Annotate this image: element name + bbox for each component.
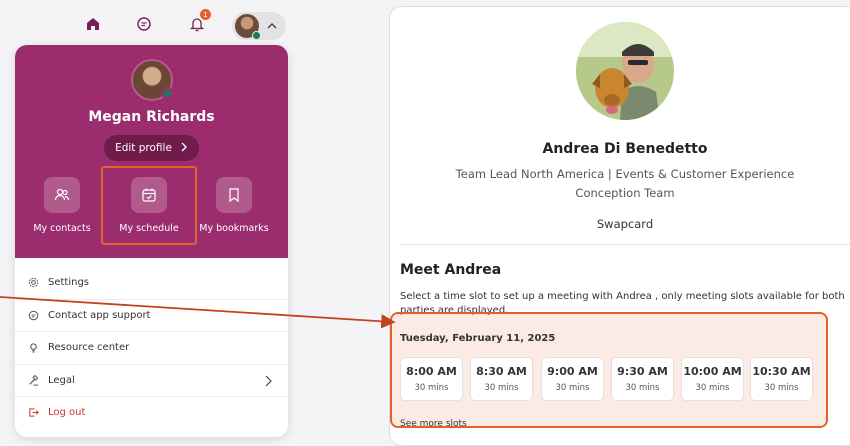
notification-badge: 1 [200, 9, 211, 20]
my-contacts-button[interactable]: My contacts [15, 177, 109, 234]
legal-icon [28, 374, 42, 386]
profile-job-title-line2: Conception Team [575, 186, 675, 200]
account-dropdown: Megan Richards Edit profile My contacts … [15, 45, 288, 437]
slot-duration: 30 mins [625, 383, 660, 393]
menu-item-label: Log out [48, 407, 86, 419]
slot-time: 8:30 AM [476, 365, 527, 378]
slot-time: 8:00 AM [406, 365, 457, 378]
profile-company: Swapcard [596, 217, 654, 231]
menu-item-label: Settings [48, 276, 90, 288]
slot-time: 10:00 AM [683, 365, 742, 378]
edit-profile-button[interactable]: Edit profile [104, 135, 199, 161]
profile-job-title-line1: Team Lead North America | Events & Custo… [455, 167, 795, 181]
account-menu-toggle[interactable] [232, 12, 286, 40]
time-slot-button[interactable]: 8:00 AM 30 mins [400, 357, 463, 401]
home-icon[interactable] [83, 14, 103, 34]
slot-duration: 30 mins [764, 383, 799, 393]
profile-photo [576, 22, 674, 120]
profile-name: Andrea Di Benedetto [542, 141, 708, 157]
chevron-right-icon [180, 142, 188, 155]
menu-item-resource-center[interactable]: Resource center [15, 331, 288, 364]
lightbulb-icon [28, 342, 42, 353]
time-slot-button[interactable]: 10:30 AM 30 mins [750, 357, 813, 401]
support-chat-icon [28, 310, 42, 321]
slot-duration: 30 mins [414, 383, 449, 393]
menu-item-label: Legal [48, 374, 75, 386]
menu-item-label: Contact app support [48, 309, 151, 321]
my-contacts-label: My contacts [33, 223, 91, 234]
time-slot-button[interactable]: 9:00 AM 30 mins [541, 357, 604, 401]
logout-icon [28, 407, 42, 418]
see-more-slots-link[interactable]: See more slots [400, 419, 467, 429]
gear-icon [28, 277, 42, 288]
user-name: Megan Richards [88, 109, 215, 125]
online-status-dot [162, 88, 173, 99]
online-status-dot [252, 31, 261, 40]
my-bookmarks-label: My bookmarks [199, 223, 269, 234]
chevron-right-icon [264, 375, 272, 390]
menu-item-label: Resource center [48, 342, 130, 354]
my-schedule-highlight [101, 166, 197, 245]
slot-time: 10:30 AM [752, 365, 811, 378]
slot-time: 9:00 AM [547, 365, 598, 378]
user-avatar [131, 59, 173, 101]
chevron-up-icon [265, 18, 279, 37]
menu-item-legal[interactable]: Legal [15, 363, 288, 397]
edit-profile-label: Edit profile [115, 142, 172, 154]
slot-duration: 30 mins [484, 383, 519, 393]
contacts-icon [44, 177, 80, 213]
bookmark-icon [216, 177, 252, 213]
menu-item-contact-support[interactable]: Contact app support [15, 298, 288, 332]
bell-icon[interactable]: 1 [187, 9, 211, 34]
divider [400, 244, 850, 245]
time-slot-button[interactable]: 8:30 AM 30 mins [470, 357, 533, 401]
meet-section-title: Meet Andrea [400, 262, 502, 278]
time-slot-button[interactable]: 10:00 AM 30 mins [681, 357, 744, 401]
time-slot-button[interactable]: 9:30 AM 30 mins [611, 357, 674, 401]
slot-duration: 30 mins [695, 383, 730, 393]
menu-item-settings[interactable]: Settings [15, 266, 288, 299]
account-dropdown-header: Megan Richards Edit profile My contacts … [15, 45, 288, 258]
account-menu: Settings Contact app support Resource ce… [15, 266, 288, 429]
my-bookmarks-button[interactable]: My bookmarks [187, 177, 281, 234]
slot-time: 9:30 AM [617, 365, 668, 378]
top-navigation: 1 [0, 0, 300, 46]
chat-icon[interactable] [134, 14, 154, 34]
slots-date: Tuesday, February 11, 2025 [400, 333, 556, 344]
slot-duration: 30 mins [555, 383, 590, 393]
menu-item-log-out[interactable]: Log out [15, 396, 288, 429]
